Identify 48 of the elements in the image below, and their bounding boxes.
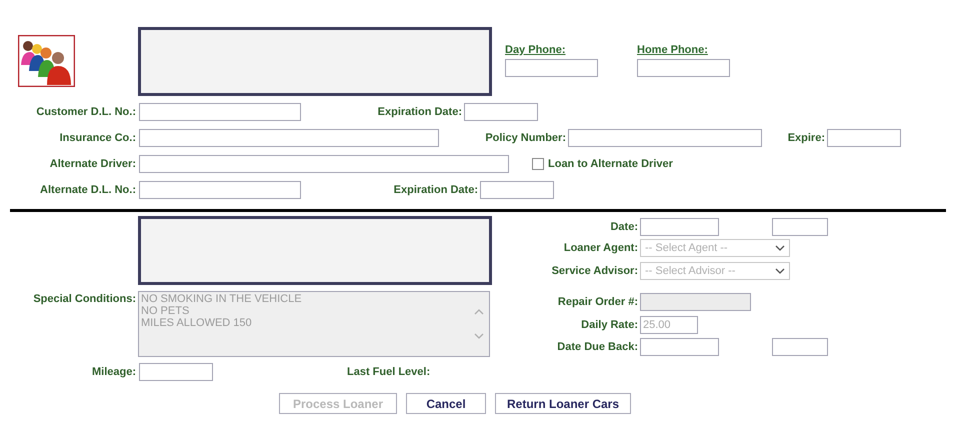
insurance-field[interactable] — [139, 129, 439, 147]
field-label: Service Advisor: — [550, 265, 638, 277]
expire-field[interactable] — [827, 129, 901, 147]
checkbox[interactable] — [532, 158, 544, 170]
mileage-field[interactable] — [139, 363, 213, 381]
field-label: Date Due Back: — [556, 341, 638, 353]
policy-number-field[interactable] — [568, 129, 762, 147]
phone-link[interactable]: Day Phone: — [505, 44, 598, 56]
chevron-icon — [775, 245, 785, 251]
chevron-icon — [775, 268, 785, 274]
field-label: Repair Order #: — [556, 296, 638, 308]
scroll-up-icon[interactable] — [474, 309, 484, 315]
checkbox-label: Loan to Alternate Driver — [548, 158, 673, 170]
field-label: Daily Rate: — [580, 319, 638, 331]
scroll-down-icon[interactable] — [474, 333, 484, 339]
action-button[interactable]: Cancel — [406, 393, 486, 414]
daily-rate-field[interactable]: 25.00 — [640, 316, 698, 334]
field-label: Special Conditions: — [32, 292, 136, 305]
expiration-date-field[interactable] — [480, 181, 554, 199]
condition-text: MILES ALLOWED 150 — [141, 317, 253, 329]
field-label: Expiration Date: — [392, 184, 478, 196]
people-group-icon — [18, 35, 75, 87]
alternate-driver-field[interactable] — [139, 155, 509, 173]
phone-field[interactable] — [637, 59, 730, 77]
field-label: Loaner Agent: — [562, 242, 638, 254]
field-label: Last Fuel Level: — [347, 366, 430, 378]
condition-text: NO SMOKING IN THE VEHICLE — [141, 293, 303, 305]
field-label: Insurance Co.: — [58, 132, 136, 144]
license-number-field[interactable] — [139, 181, 301, 199]
date-field[interactable] — [640, 218, 719, 236]
time-field[interactable] — [772, 218, 828, 236]
field-label: Mileage: — [90, 366, 136, 378]
field-label: Customer D.L. No.: — [35, 106, 136, 118]
field-label: Expire: — [786, 132, 825, 144]
field-label: Alternate Driver: — [48, 158, 136, 170]
date-field[interactable] — [640, 338, 719, 356]
phone-field[interactable] — [505, 59, 598, 77]
condition-text: NO PETS — [141, 305, 190, 317]
action-button[interactable]: Return Loaner Cars — [495, 393, 631, 414]
field-label: Date: — [609, 221, 638, 233]
expiration-date-field[interactable] — [464, 103, 538, 121]
special-conditions-field[interactable]: NO SMOKING IN THE VEHICLE NO PETS MILES ALLOWED 150 — [138, 291, 490, 357]
field-label: Alternate D.L. No.: — [39, 184, 136, 196]
license-number-field[interactable] — [139, 103, 301, 121]
field-label: Expiration Date: — [376, 106, 462, 118]
time-field[interactable] — [772, 338, 828, 356]
phone-link[interactable]: Home Phone: — [637, 44, 730, 56]
field-label: Policy Number: — [484, 132, 566, 144]
